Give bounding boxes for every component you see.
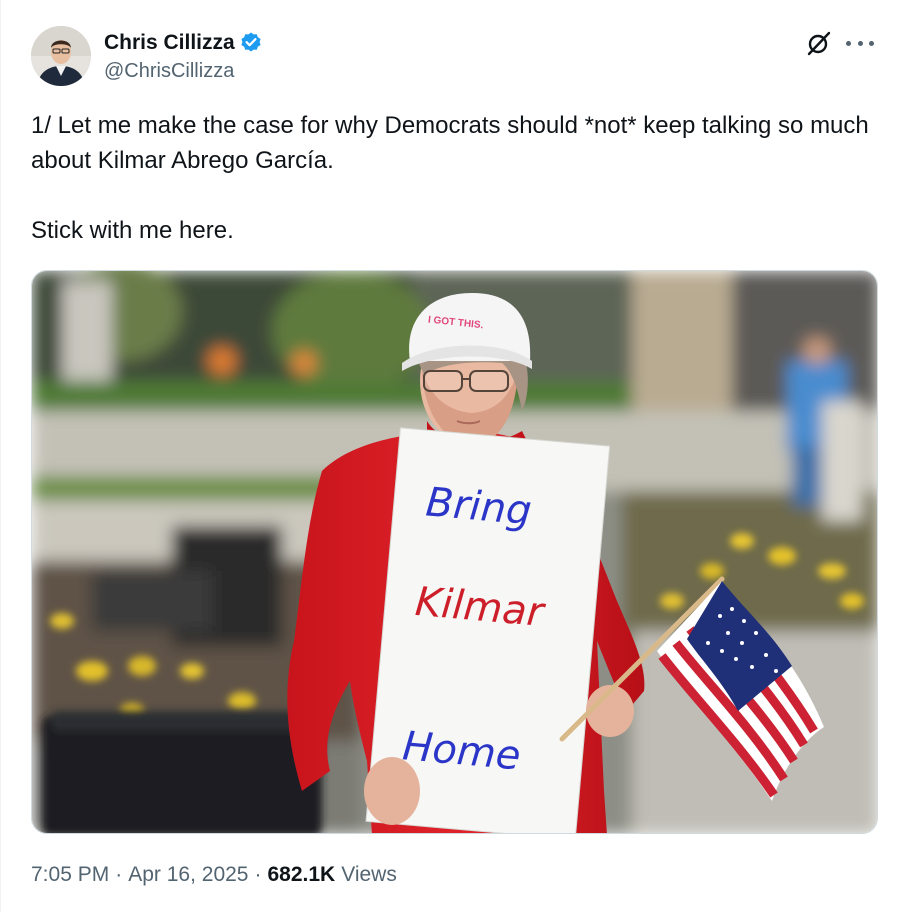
header-actions (806, 30, 874, 56)
tweet-date[interactable]: Apr 16, 2025 (128, 861, 248, 889)
views-count[interactable]: 682.1K (267, 861, 335, 889)
more-options-icon[interactable] (846, 30, 874, 56)
protest-photo: I GOT THIS. Bring Kilmar Home (32, 271, 877, 833)
tweet-text: 1/ Let me make the case for why Democrat… (31, 108, 881, 248)
tweet-card: Chris Cillizza @ChrisCillizza 1/ Let me … (0, 0, 898, 912)
author-names: Chris Cillizza @ChrisCillizza (104, 30, 263, 84)
tweet-paragraph-2: Stick with me here. (31, 217, 234, 244)
tweet-photo[interactable]: I GOT THIS. Bring Kilmar Home (31, 270, 878, 834)
avatar-image (31, 26, 91, 86)
author-handle[interactable]: @ChrisCillizza (104, 58, 263, 84)
author-display-name[interactable]: Chris Cillizza (104, 30, 235, 56)
verified-badge-icon[interactable] (239, 31, 263, 55)
avatar[interactable] (31, 26, 91, 86)
tweet-meta: 7:05 PM · Apr 16, 2025 · 682.1K Views (31, 861, 397, 889)
tweet-header: Chris Cillizza @ChrisCillizza (31, 26, 874, 86)
views-label[interactable]: Views (341, 861, 397, 889)
sign-line-1: Bring (424, 479, 533, 534)
tweet-time[interactable]: 7:05 PM (31, 861, 109, 889)
meta-separator: · (254, 863, 262, 886)
meta-separator: · (115, 863, 123, 886)
grok-icon[interactable] (806, 30, 832, 56)
tweet-paragraph-1: 1/ Let me make the case for why Democrat… (31, 112, 876, 174)
